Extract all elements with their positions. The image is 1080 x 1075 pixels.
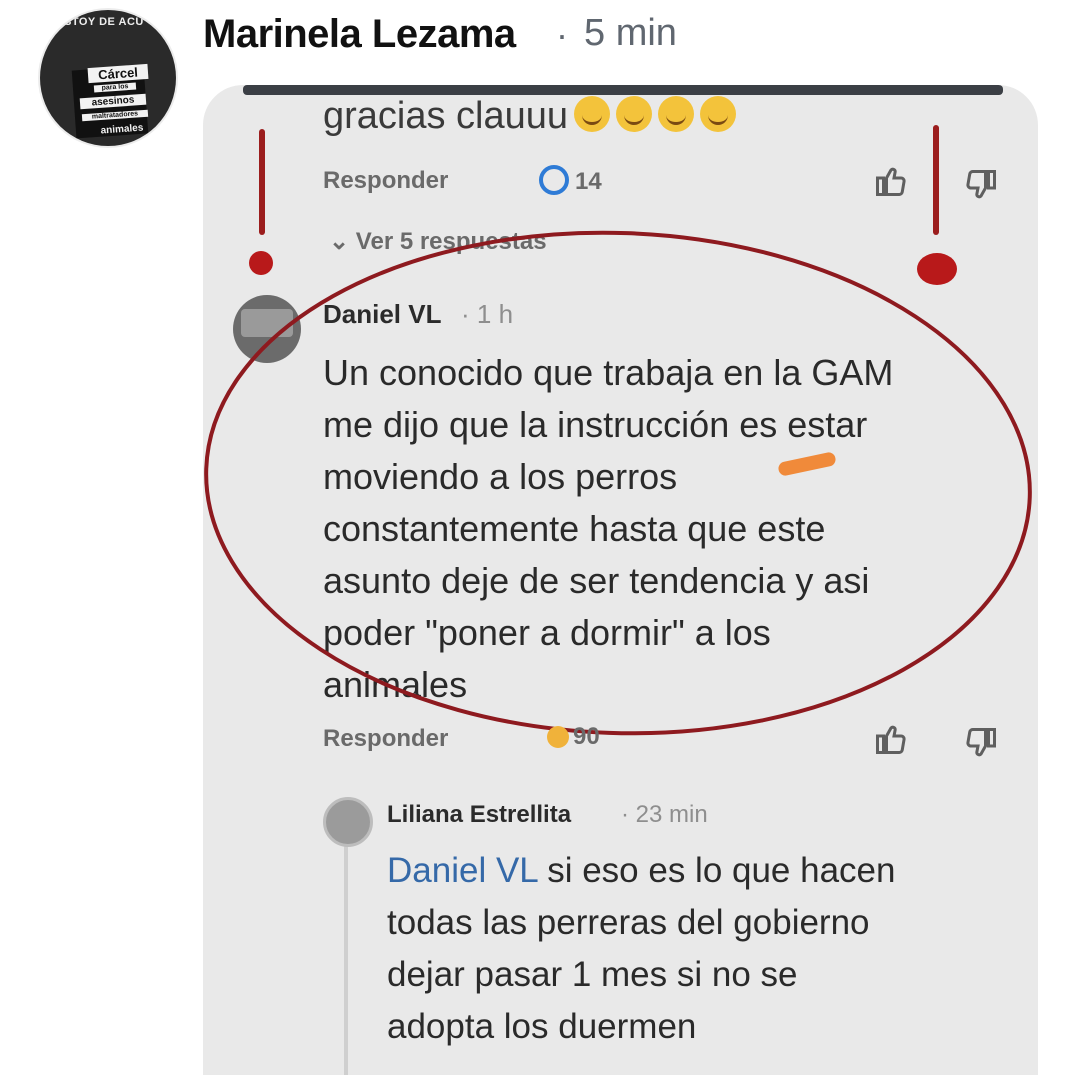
reaction-count: 14 — [539, 165, 602, 196]
reaction-count: 90 — [547, 723, 600, 751]
annotation-ellipse — [204, 230, 1032, 736]
separator-dot: · — [556, 14, 568, 55]
thumbs-down-icon[interactable] — [963, 725, 999, 761]
reply-author-name[interactable]: Liliana Estrellita — [387, 801, 571, 829]
thumbs-up-icon[interactable] — [873, 163, 909, 199]
reply-timestamp: · 23 min — [621, 801, 708, 828]
emoji-icon — [700, 96, 737, 132]
reply-line: dejar pasar 1 mes si no se — [387, 955, 798, 994]
avatar[interactable]: STOY DE ACU Cárcel para los asesinos mal… — [40, 10, 176, 146]
reaction-count-value: 90 — [573, 723, 600, 750]
reply-line: todas las perreras del gobierno — [387, 903, 870, 942]
reaction-icon — [547, 726, 569, 748]
mention-link[interactable]: Daniel VL — [387, 851, 537, 890]
emoji-icon — [658, 96, 695, 132]
reaction-icon — [539, 165, 569, 195]
reply-line: adopta los duermen — [387, 1007, 697, 1046]
emoji-icon — [616, 96, 653, 132]
reply-line: Daniel VL si eso es lo que hacen — [387, 845, 1007, 897]
screenshot-top-edge — [243, 85, 1003, 95]
top-reply-message: gracias clauuu — [323, 95, 569, 137]
thread-line — [344, 845, 348, 1075]
reply-button[interactable]: Responder — [323, 725, 448, 753]
reaction-count-value: 14 — [575, 168, 602, 195]
reply-button[interactable]: Responder — [323, 167, 448, 195]
annotation-line-right — [933, 125, 939, 235]
top-reply-text: gracias clauuu — [323, 95, 737, 138]
reply-body: Daniel VL si eso es lo que hacen todas l… — [387, 845, 1007, 1053]
post-timestamp[interactable]: 5 min — [584, 12, 677, 55]
thumbs-down-icon[interactable] — [963, 167, 999, 203]
thumbs-up-icon[interactable] — [873, 721, 909, 757]
reply-line-rest: si eso es lo que hacen — [537, 851, 896, 890]
reply-avatar[interactable] — [323, 797, 373, 847]
post-author-name[interactable]: Marinela Lezama — [203, 12, 516, 57]
emoji-icon — [574, 96, 611, 132]
avatar-text-top: STOY DE ACU — [64, 16, 144, 28]
annotation-line-left — [259, 129, 265, 235]
shared-screenshot[interactable]: gracias clauuu Responder 14 ⌄ Ver 5 resp… — [203, 85, 1038, 1075]
